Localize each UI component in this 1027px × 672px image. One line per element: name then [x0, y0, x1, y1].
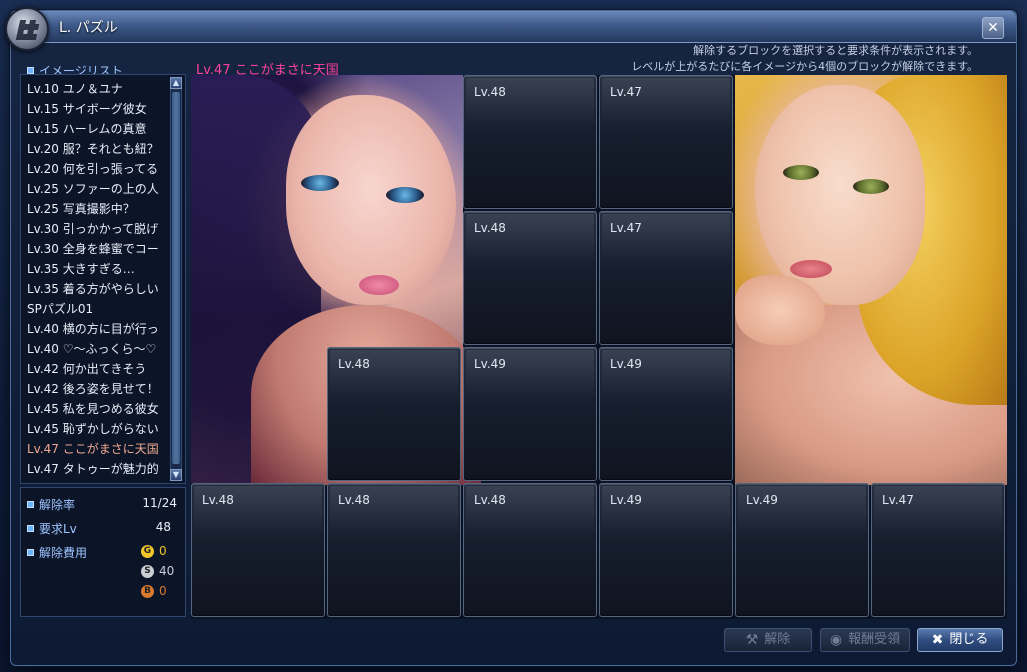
gold-cost-value: 0: [159, 544, 167, 558]
puzzle-tile[interactable]: Lv.48: [463, 75, 597, 209]
hint-line-2: レベルが上がるたびに各イメージから4個のブロックが解除できます。: [631, 60, 978, 73]
puzzle-window: L. パズル ✕ 解除するブロックを選択すると要求条件が表示されます。 レベルが…: [5, 7, 1017, 666]
bullet-icon: [27, 501, 34, 508]
receive-reward-button[interactable]: ◉ 報酬受領: [820, 628, 910, 652]
list-item[interactable]: Lv.45 恥ずかしがらない: [27, 419, 167, 439]
hammer-icon: ⚒: [745, 632, 759, 648]
list-item-selected[interactable]: Lv.47 ここがまさに天国: [27, 439, 167, 459]
stats-panel: 解除率 11/24 要求Lv 48 解除費用 G 0 S 40 B 0: [20, 487, 186, 617]
circle-icon: ◉: [829, 632, 843, 648]
silver-cost-value: 40: [159, 564, 175, 578]
puzzle-tile[interactable]: Lv.48: [463, 483, 597, 617]
x-icon: ✖: [931, 632, 944, 648]
required-lv-value: 48: [155, 520, 171, 534]
puzzle-tile[interactable]: Lv.47: [599, 211, 733, 345]
puzzle-grid-icon: [5, 7, 49, 51]
list-item[interactable]: Lv.45 私を見つめる彼女: [27, 399, 167, 419]
puzzle-tile[interactable]: Lv.48: [327, 483, 461, 617]
list-item[interactable]: Lv.10 ユノ＆ユナ: [27, 79, 167, 99]
puzzle-tile[interactable]: Lv.49: [599, 347, 733, 481]
puzzle-tile[interactable]: Lv.48: [191, 483, 325, 617]
list-item[interactable]: Lv.47 タトゥーが魅力的: [27, 459, 167, 479]
required-lv-label: 要求Lv: [27, 520, 77, 537]
image-list: Lv.10 ユノ＆ユナ Lv.15 サイボーグ彼女 Lv.15 ハーレムの真意 …: [20, 74, 186, 484]
release-rate-label: 解除率: [27, 496, 75, 513]
list-item[interactable]: Lv.15 サイボーグ彼女: [27, 99, 167, 119]
list-item[interactable]: Lv.20 何を引っ張ってる: [27, 159, 167, 179]
puzzle-tile[interactable]: Lv.47: [599, 75, 733, 209]
unlock-button[interactable]: ⚒ 解除: [724, 628, 812, 652]
window-title: L. パズル: [59, 20, 118, 36]
scroll-up-icon[interactable]: ▲: [170, 77, 182, 89]
list-item[interactable]: Lv.25 ソファーの上の人: [27, 179, 167, 199]
list-item[interactable]: Lv.40 ♡～ふっくら～♡: [27, 339, 167, 359]
list-item[interactable]: Lv.30 引っかかって脱げ: [27, 219, 167, 239]
release-rate-value: 11/24: [142, 496, 177, 510]
cost-label: 解除費用: [27, 544, 87, 561]
puzzle-tile[interactable]: Lv.47: [871, 483, 1005, 617]
list-item[interactable]: Lv.42 後ろ姿を見せて！: [27, 379, 167, 399]
list-item[interactable]: Lv.25 写真撮影中？: [27, 199, 167, 219]
list-item[interactable]: Lv.42 何か出てきそう: [27, 359, 167, 379]
gold-coin-icon: G: [141, 545, 154, 558]
list-item[interactable]: Lv.35 大きすぎる…: [27, 259, 167, 279]
list-item[interactable]: Lv.20 服？それとも紐？: [27, 139, 167, 159]
list-item[interactable]: Lv.30 全身を蜂蜜でコー: [27, 239, 167, 259]
puzzle-board: Lv.48 Lv.47 Lv.48 Lv.47 Lv.48 Lv.49 Lv.4…: [191, 75, 1007, 619]
puzzle-tile[interactable]: Lv.49: [599, 483, 733, 617]
puzzle-tile[interactable]: Lv.48: [327, 347, 461, 481]
silver-coin-icon: S: [141, 565, 154, 578]
puzzle-tile[interactable]: Lv.49: [463, 347, 597, 481]
list-item[interactable]: SPパズル01: [27, 299, 167, 319]
close-button[interactable]: ✖ 閉じる: [917, 628, 1003, 652]
revealed-art-right: [735, 75, 1007, 485]
puzzle-tile[interactable]: Lv.48: [463, 211, 597, 345]
hint-line-1: 解除するブロックを選択すると要求条件が表示されます。: [693, 44, 978, 57]
list-item[interactable]: Lv.15 ハーレムの真意: [27, 119, 167, 139]
scroll-thumb[interactable]: [172, 92, 180, 464]
scroll-down-icon[interactable]: ▼: [170, 469, 182, 481]
bronze-coin-icon: B: [141, 585, 154, 598]
bullet-icon: [27, 67, 34, 74]
close-icon[interactable]: ✕: [982, 17, 1004, 39]
bullet-icon: [27, 525, 34, 532]
list-item[interactable]: Lv.35 着る方がやらしい: [27, 279, 167, 299]
title-bar: L. パズル ✕: [11, 11, 1016, 43]
puzzle-tile[interactable]: Lv.49: [735, 483, 869, 617]
list-item[interactable]: Lv.40 横の方に目が行っ: [27, 319, 167, 339]
bullet-icon: [27, 549, 34, 556]
list-scrollbar[interactable]: ▲ ▼: [170, 77, 182, 481]
bronze-cost-value: 0: [159, 584, 167, 598]
